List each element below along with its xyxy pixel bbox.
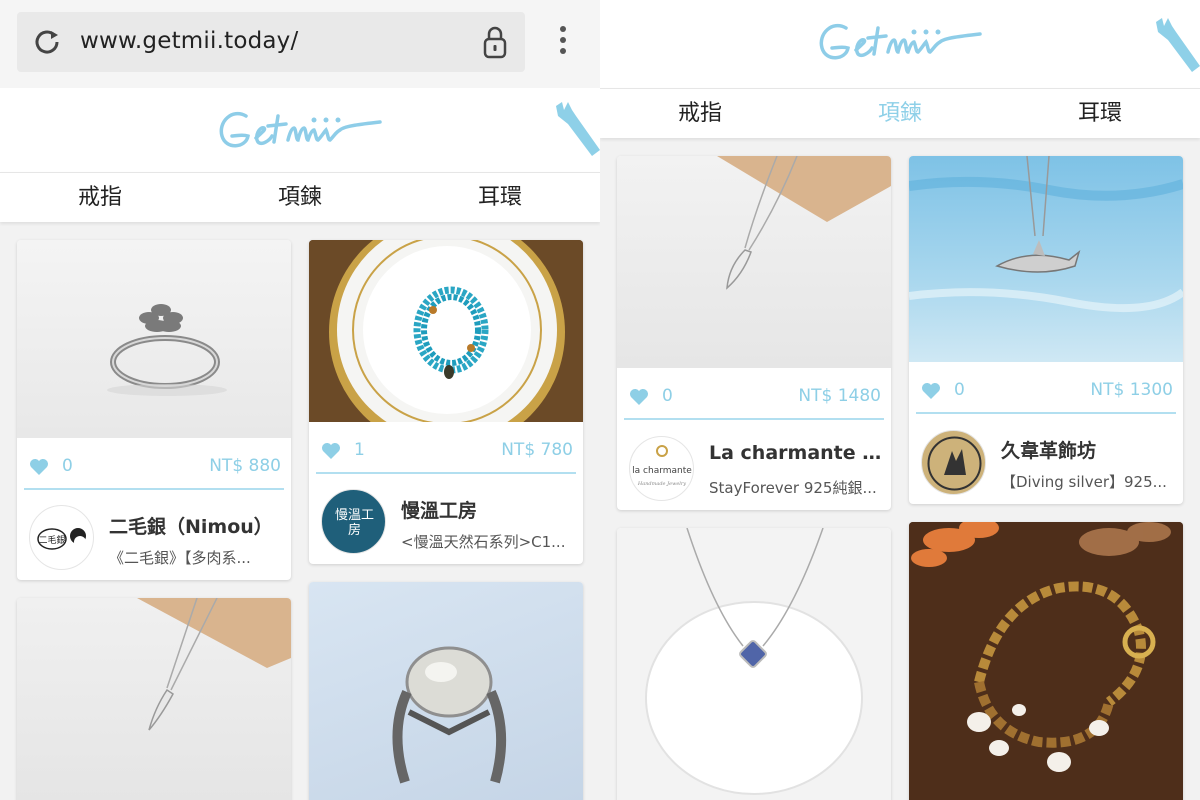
product-card[interactable]	[309, 582, 583, 800]
product-card[interactable]	[17, 598, 291, 800]
product-photo-pearl-bracelet[interactable]	[909, 522, 1183, 800]
product-photo-sapphire-necklace[interactable]	[617, 528, 891, 800]
getmii-logo[interactable]	[812, 14, 992, 72]
address-bar[interactable]: www.getmii.today/	[17, 12, 525, 72]
card-stats: 0 NT$ 1480	[617, 376, 891, 416]
item-name[interactable]: StayForever 925純銀...	[709, 477, 884, 498]
heart-icon[interactable]	[29, 458, 49, 476]
heart-icon[interactable]	[629, 388, 649, 406]
like-count: 0	[954, 380, 965, 400]
shark-necklace-image	[909, 156, 1183, 313]
shop-logo[interactable]: 二毛銀	[29, 505, 94, 570]
reload-icon[interactable]	[31, 26, 63, 58]
pearl-bracelet-image	[909, 522, 1183, 800]
bracelet-image	[309, 240, 583, 422]
product-card[interactable]: 1 NT$ 780 慢溫工房 慢溫工房 <慢溫天然石系列>C1...	[309, 240, 583, 564]
shop-logo-text: 二毛銀	[38, 534, 65, 546]
site-header	[600, 0, 1200, 88]
tab-necklaces[interactable]: 項鍊	[800, 89, 1000, 138]
product-photo-bracelet[interactable]	[309, 240, 583, 422]
lock-icon[interactable]	[481, 25, 509, 59]
waving-hand-icon[interactable]	[1152, 14, 1200, 74]
product-card[interactable]: 0 NT$ 1300 久韋革飾坊 【Diving silver】925...	[909, 156, 1183, 504]
tab-earrings[interactable]: 耳環	[1000, 89, 1200, 138]
card-divider	[24, 488, 284, 490]
shop-logo[interactable]: 慢溫工房	[321, 489, 386, 554]
shop-logo[interactable]: la charmante Handmade Jewelry	[629, 436, 694, 501]
price: NT$ 1300	[1090, 380, 1173, 400]
item-name[interactable]: <慢溫天然石系列>C1...	[401, 531, 576, 552]
necklace-image	[137, 598, 291, 731]
item-name[interactable]: 【Diving silver】925...	[1001, 471, 1176, 492]
product-card[interactable]	[909, 522, 1183, 800]
price: NT$ 780	[501, 440, 573, 460]
shop-logo[interactable]	[921, 430, 986, 495]
product-photo-ring[interactable]	[17, 240, 291, 438]
right-phone-screen: 戒指 項鍊 耳環 0 NT$ 1480 la charmante Handmad…	[600, 0, 1200, 800]
item-name[interactable]: 《二毛銀》【多肉系...	[109, 547, 284, 568]
necklace-image	[717, 156, 891, 290]
getmii-logo[interactable]	[212, 102, 392, 160]
site-header	[0, 88, 600, 172]
card-divider	[624, 418, 884, 420]
product-card[interactable]	[617, 528, 891, 800]
moonstone-ring-image	[392, 646, 507, 784]
shop-badge-icon	[927, 436, 982, 491]
ring-image	[107, 304, 227, 396]
product-photo-shark-necklace[interactable]	[909, 156, 1183, 362]
category-nav: 戒指 項鍊 耳環	[600, 88, 1200, 138]
browser-toolbar: www.getmii.today/	[0, 0, 600, 88]
shop-name[interactable]: 久韋革飾坊	[1001, 436, 1176, 463]
card-divider	[916, 412, 1176, 414]
waving-hand-icon[interactable]	[552, 98, 600, 158]
price: NT$ 1480	[798, 386, 881, 406]
card-divider	[316, 472, 576, 474]
card-stats: 0 NT$ 1300	[909, 370, 1183, 410]
product-photo-necklace[interactable]	[617, 156, 891, 368]
heart-icon[interactable]	[921, 382, 941, 400]
shop-name[interactable]: 慢溫工房	[401, 496, 576, 523]
shop-logo-text: la charmante	[632, 466, 692, 476]
shop-name[interactable]: 二毛銀（Nimou）	[109, 512, 284, 539]
like-count: 0	[662, 386, 673, 406]
tab-earrings[interactable]: 耳環	[400, 173, 600, 222]
shop-logo-subtext: Handmade Jewelry	[637, 481, 686, 487]
product-card[interactable]: 0 NT$ 880 二毛銀 二毛銀（Nimou） 《二毛銀》【多肉系...	[17, 240, 291, 580]
like-count: 1	[354, 440, 365, 460]
category-nav: 戒指 項鍊 耳環	[0, 172, 600, 222]
overflow-menu-icon[interactable]	[555, 26, 571, 62]
product-photo-moonstone-ring[interactable]	[309, 582, 583, 800]
url-text[interactable]: www.getmii.today/	[80, 28, 298, 54]
sapphire-necklace-image	[645, 528, 863, 795]
product-photo-necklace[interactable]	[17, 598, 291, 800]
product-card[interactable]: 0 NT$ 1480 la charmante Handmade Jewelry…	[617, 156, 891, 510]
left-phone-screen: www.getmii.today/ 戒指 項鍊 耳環 0 NT$ 880 二毛銀…	[0, 0, 600, 800]
card-stats: 0 NT$ 880	[17, 446, 291, 486]
shop-logo-text: 慢溫工房	[334, 507, 374, 538]
price: NT$ 880	[209, 456, 281, 476]
heart-icon[interactable]	[321, 442, 341, 460]
tab-rings[interactable]: 戒指	[600, 89, 800, 138]
card-stats: 1 NT$ 780	[309, 430, 583, 470]
like-count: 0	[62, 456, 73, 476]
tab-necklaces[interactable]: 項鍊	[200, 173, 400, 222]
shop-name[interactable]: La charmante Je...	[709, 442, 884, 464]
tab-rings[interactable]: 戒指	[0, 173, 200, 222]
